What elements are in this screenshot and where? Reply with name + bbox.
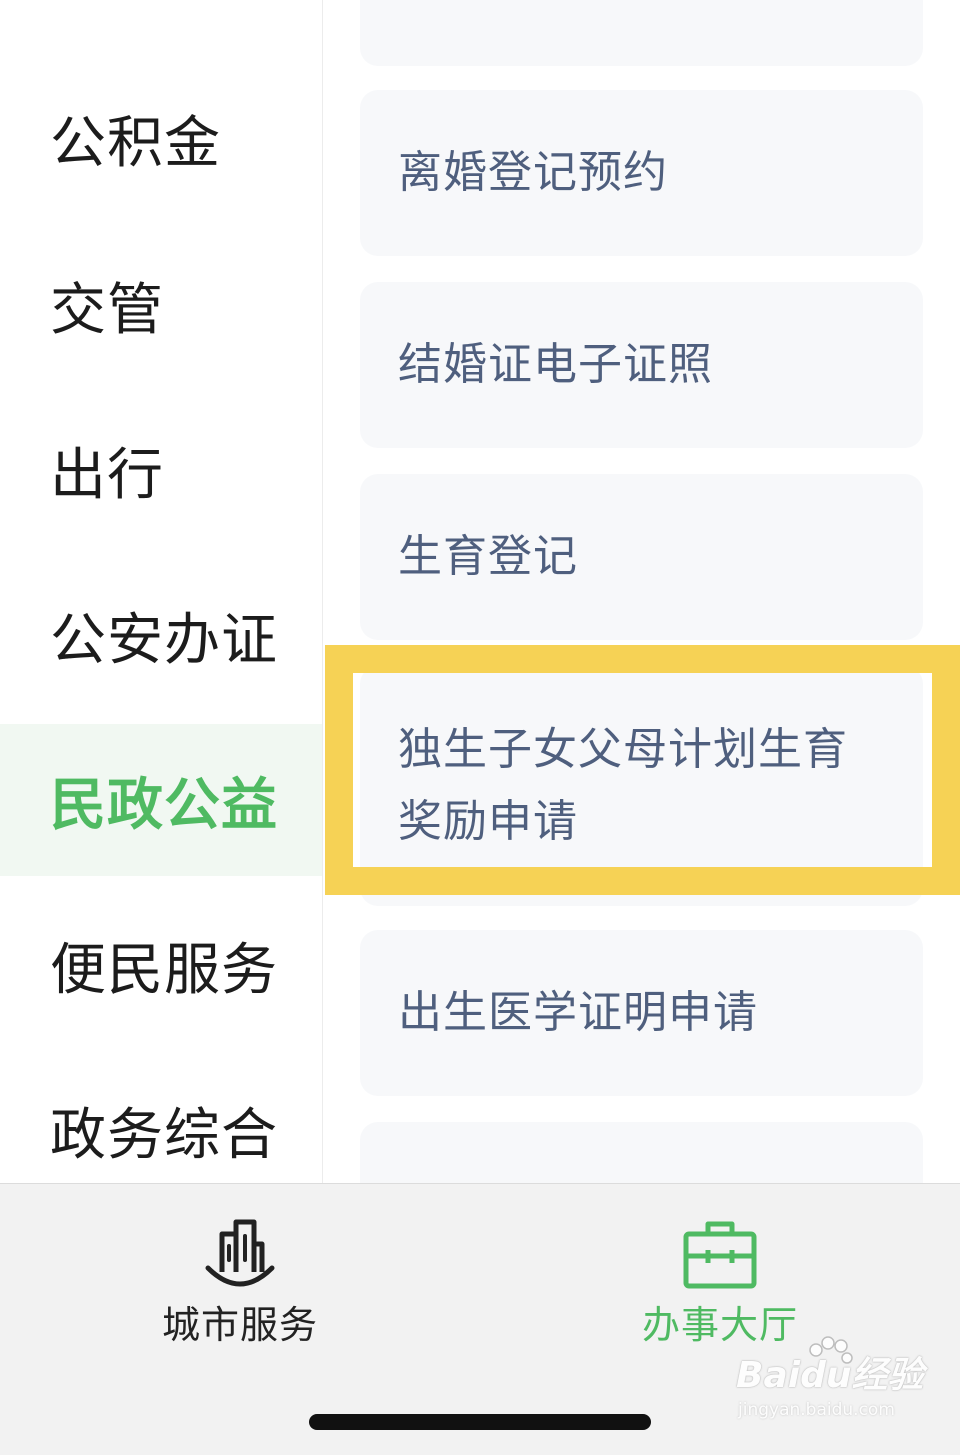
tab-service-hall-label: 办事大厅 bbox=[641, 1303, 798, 1347]
service-list: 离婚登记预约 结婚证电子证照 生育登记 独生子女父母计划生育奖励申请 出生医学证… bbox=[323, 0, 960, 1183]
tab-city-services-label: 城市服务 bbox=[161, 1303, 318, 1347]
briefcase-icon bbox=[683, 1221, 757, 1289]
tab-service-hall[interactable]: 办事大厅 bbox=[480, 1184, 960, 1364]
sidebar-item-traffic[interactable]: 交管 bbox=[0, 229, 322, 381]
service-card-birth-registration[interactable]: 生育登记 bbox=[360, 474, 923, 640]
service-card-divorce-registration[interactable]: 离婚登记预约 bbox=[360, 90, 923, 256]
category-sidebar: 公积金 交管 出行 公安办证 民政公益 便民服务 政务综合 bbox=[0, 0, 323, 1183]
service-card-label: 生育登记 bbox=[398, 531, 578, 582]
service-card-birth-medical-certificate[interactable]: 出生医学证明申请 bbox=[360, 930, 923, 1096]
sidebar-item-civil-affairs[interactable]: 民政公益 bbox=[0, 724, 322, 876]
service-card-partial-top[interactable] bbox=[360, 0, 923, 66]
sidebar-item-travel[interactable]: 出行 bbox=[0, 394, 322, 546]
city-buildings-icon bbox=[205, 1219, 275, 1287]
home-indicator[interactable] bbox=[309, 1414, 651, 1430]
sidebar-item-housing-fund[interactable]: 公积金 bbox=[0, 62, 322, 214]
service-card-marriage-e-certificate[interactable]: 结婚证电子证照 bbox=[360, 282, 923, 448]
service-card-only-child-reward[interactable]: 独生子女父母计划生育奖励申请 bbox=[360, 666, 923, 906]
sidebar-item-government-general[interactable]: 政务综合 bbox=[0, 1054, 322, 1183]
service-card-label: 独生子女父母计划生育奖励申请 bbox=[398, 724, 848, 847]
service-card-partial-bottom[interactable] bbox=[360, 1122, 923, 1183]
sidebar-item-police-certificates[interactable]: 公安办证 bbox=[0, 559, 322, 711]
service-card-label: 结婚证电子证照 bbox=[398, 339, 713, 390]
tab-city-services[interactable]: 城市服务 bbox=[0, 1184, 480, 1364]
service-card-label: 离婚登记预约 bbox=[398, 147, 668, 198]
sidebar-item-convenience-services[interactable]: 便民服务 bbox=[0, 889, 322, 1041]
service-card-label: 出生医学证明申请 bbox=[398, 987, 758, 1038]
